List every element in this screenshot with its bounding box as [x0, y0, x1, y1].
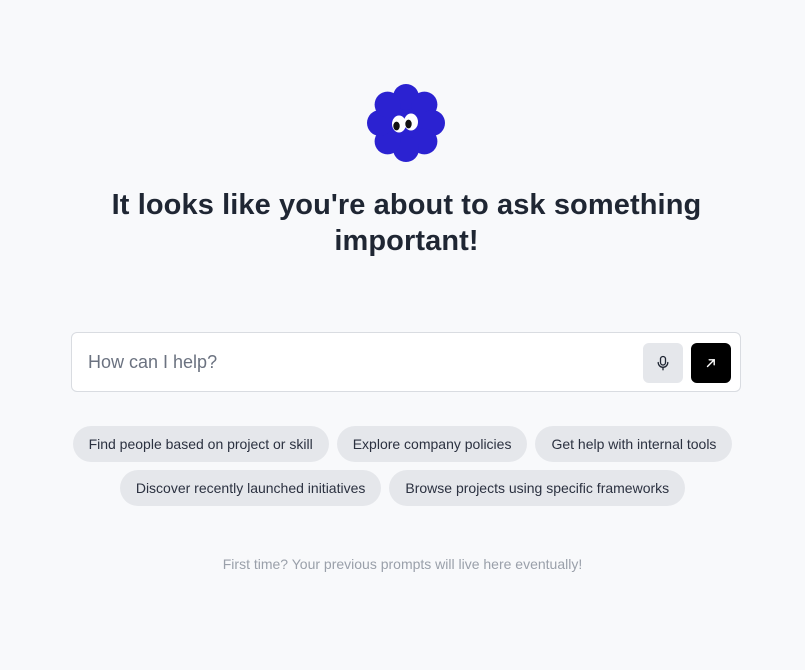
suggestion-chip-initiatives[interactable]: Discover recently launched initiatives [119, 470, 382, 506]
suggestion-chip-company-policies[interactable]: Explore company policies [336, 426, 528, 462]
suggestion-row: Find people based on project or skill Ex… [0, 426, 805, 462]
voice-input-button[interactable] [643, 343, 683, 383]
prompt-input[interactable] [88, 343, 628, 381]
suggestion-chip-frameworks[interactable]: Browse projects using specific framework… [389, 470, 686, 506]
prompt-box [71, 332, 741, 392]
flower-mascot-icon [364, 80, 448, 166]
prompt-history-empty-text: First time? Your previous prompts will l… [222, 556, 583, 572]
send-button[interactable] [691, 343, 731, 383]
suggestion-chip-find-people[interactable]: Find people based on project or skill [72, 426, 329, 462]
suggestion-row: Discover recently launched initiatives B… [0, 470, 805, 506]
suggestion-chips: Find people based on project or skill Ex… [0, 426, 805, 514]
arrow-up-right-icon [706, 359, 715, 368]
page-headline: It looks like you're about to ask someth… [111, 189, 702, 257]
microphone-icon [657, 355, 669, 371]
suggestion-chip-internal-tools[interactable]: Get help with internal tools [535, 426, 733, 462]
